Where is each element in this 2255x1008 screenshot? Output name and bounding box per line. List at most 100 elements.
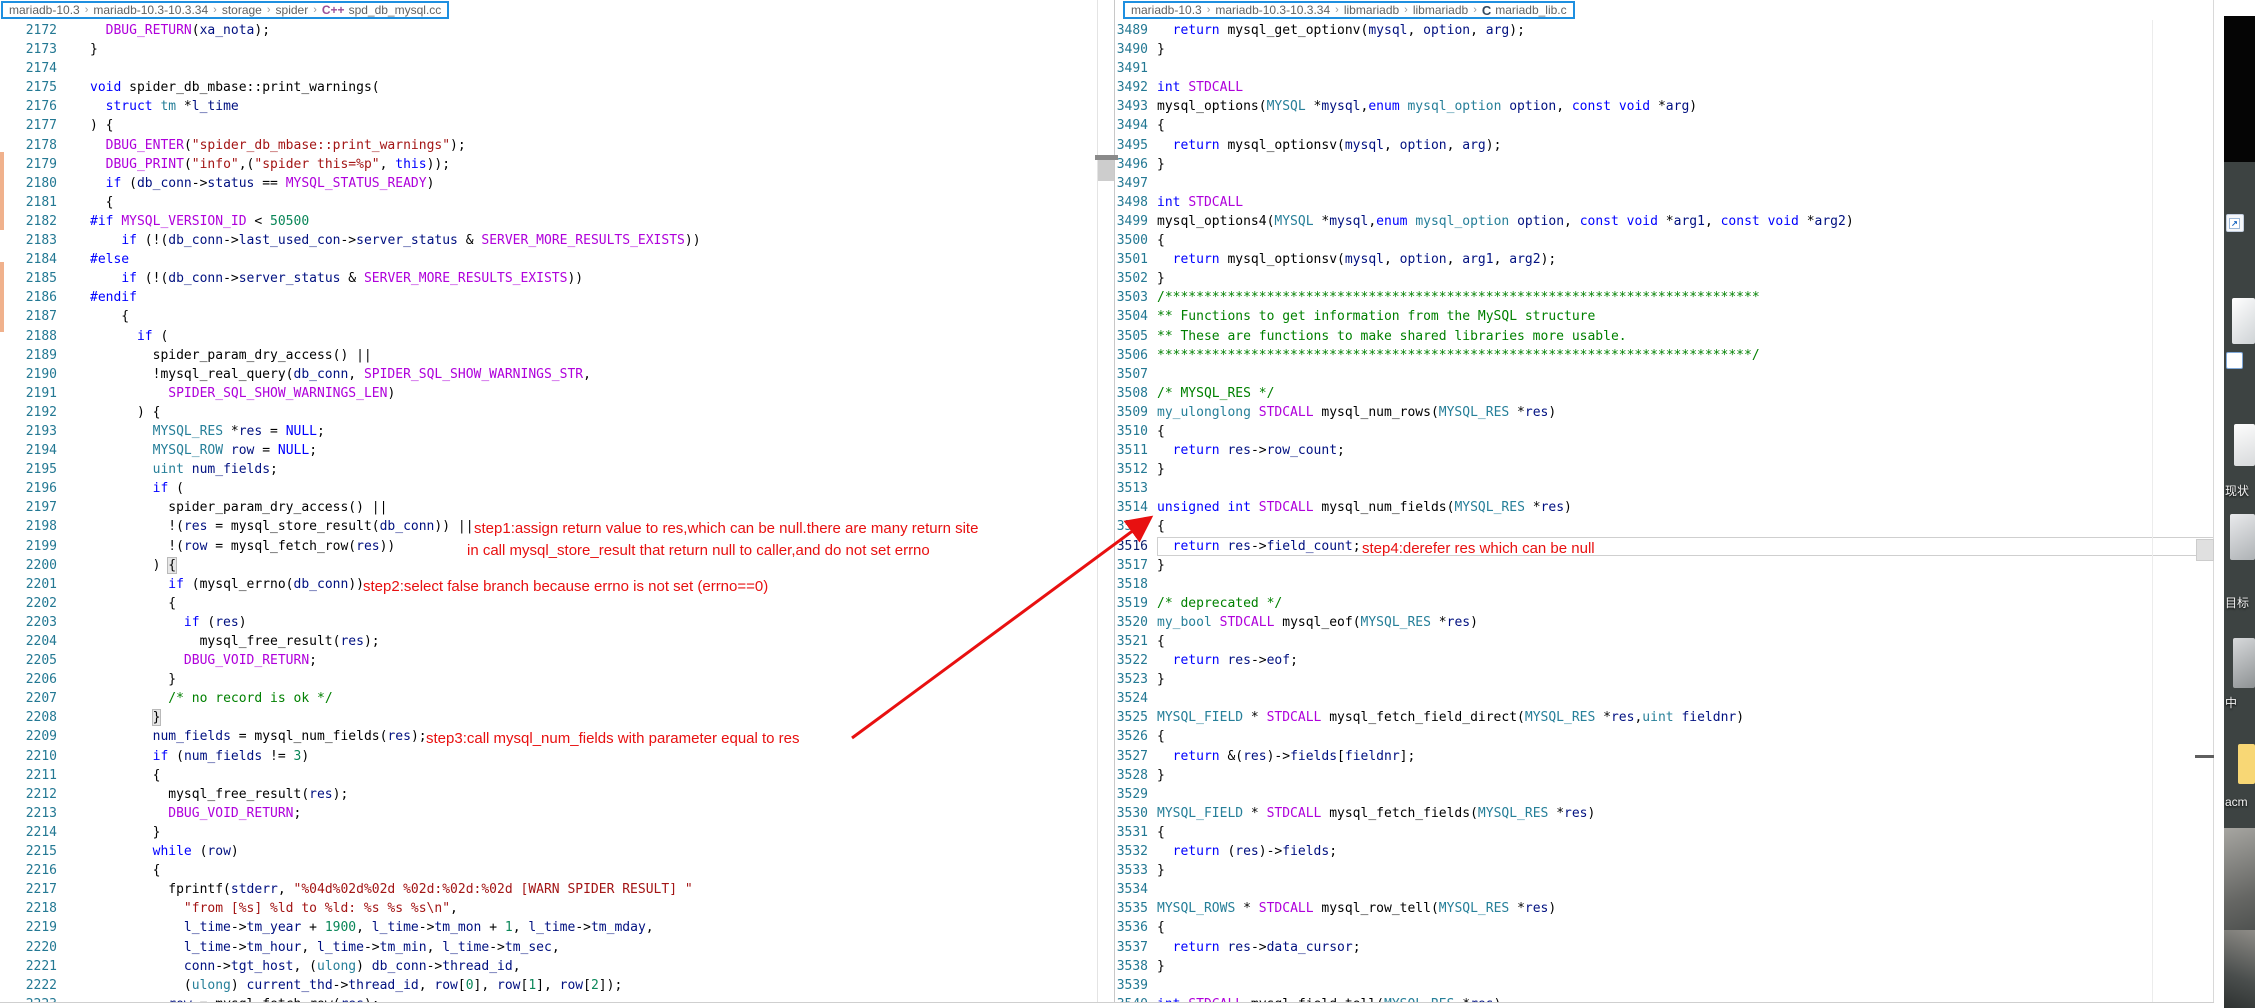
code-line[interactable]: 2176 struct tm *l_time (0, 97, 1096, 116)
code-line[interactable]: 3510{ (1115, 422, 2214, 441)
code-line[interactable]: 3524 (1115, 689, 2214, 708)
code-line[interactable]: 2214 } (0, 823, 1096, 842)
split-sash[interactable] (1114, 0, 1115, 1008)
code-line[interactable]: 3527 return &(res)->fields[fieldnr]; (1115, 747, 2214, 766)
code-line[interactable]: 2187 { (0, 307, 1096, 326)
code-line[interactable]: 3515{ (1115, 517, 2214, 536)
code-area-left[interactable]: 2172 DBUG_RETURN(xa_nota);2173}21742175v… (0, 21, 1096, 1008)
code-line[interactable]: 3496} (1115, 155, 2214, 174)
code-line[interactable]: 2220 l_time->tm_hour, l_time->tm_min, l_… (0, 938, 1096, 957)
code-line[interactable]: 3529 (1115, 785, 2214, 804)
right-scrollbar-thumb[interactable] (2196, 539, 2214, 561)
code-line[interactable]: 3493mysql_options(MYSQL *mysql,enum mysq… (1115, 97, 2214, 116)
code-line[interactable]: 3491 (1115, 59, 2214, 78)
code-line[interactable]: 2186#endif (0, 288, 1096, 307)
code-line[interactable]: 2202 { (0, 594, 1096, 613)
breadcrumb-filename[interactable]: spd_db_mysql.cc (349, 3, 442, 17)
code-line[interactable]: 2205 DBUG_VOID_RETURN; (0, 651, 1096, 670)
code-line[interactable]: 2218 "from [%s] %ld to %ld: %s %s %s\n", (0, 899, 1096, 918)
code-line[interactable]: 3531{ (1115, 823, 2214, 842)
desktop-icon-label[interactable]: 现状 (2225, 482, 2249, 499)
code-line[interactable]: 3509my_ulonglong STDCALL mysql_num_rows(… (1115, 403, 2214, 422)
code-line[interactable]: 2191 SPIDER_SQL_SHOW_WARNINGS_LEN) (0, 384, 1096, 403)
breadcrumb-filename[interactable]: mariadb_lib.c (1495, 3, 1566, 17)
code-line[interactable]: 3511 return res->row_count; (1115, 441, 2214, 460)
code-line[interactable]: 2210 if (num_fields != 3) (0, 747, 1096, 766)
code-line[interactable]: 2189 spider_param_dry_access() || (0, 346, 1096, 365)
code-line[interactable]: 3537 return res->data_cursor; (1115, 938, 2214, 957)
breadcrumb-item[interactable]: storage (222, 3, 262, 17)
code-line[interactable]: 2193 MYSQL_RES *res = NULL; (0, 422, 1096, 441)
code-line[interactable]: 3519/* deprecated */ (1115, 594, 2214, 613)
code-line[interactable]: 2215 while (row) (0, 842, 1096, 861)
code-line[interactable]: 2213 DBUG_VOID_RETURN; (0, 804, 1096, 823)
breadcrumb-item[interactable]: spider (276, 3, 309, 17)
code-line[interactable]: 2212 mysql_free_result(res); (0, 785, 1096, 804)
code-line[interactable]: 2207 /* no record is ok */ (0, 689, 1096, 708)
desktop-folder-icon[interactable] (2238, 744, 2255, 784)
code-line[interactable]: 3517} (1115, 556, 2214, 575)
code-line[interactable]: 3495 return mysql_optionsv(mysql, option… (1115, 136, 2214, 155)
code-line[interactable]: 3539 (1115, 976, 2214, 995)
code-line[interactable]: 3501 return mysql_optionsv(mysql, option… (1115, 250, 2214, 269)
code-line[interactable]: 3535MYSQL_ROWS * STDCALL mysql_row_tell(… (1115, 899, 2214, 918)
code-line[interactable]: 3489 return mysql_get_optionv(mysql, opt… (1115, 21, 2214, 40)
code-line[interactable]: 2180 if (db_conn->status == MYSQL_STATUS… (0, 174, 1096, 193)
code-line[interactable]: 3490} (1115, 40, 2214, 59)
code-line[interactable]: 3532 return (res)->fields; (1115, 842, 2214, 861)
code-line[interactable]: 2195 uint num_fields; (0, 460, 1096, 479)
code-line[interactable]: 3507 (1115, 365, 2214, 384)
code-line[interactable]: 2184#else (0, 250, 1096, 269)
code-line[interactable]: 3516 return res->field_count; (1115, 537, 2214, 556)
breadcrumb-item[interactable]: mariadb-10.3 (9, 3, 80, 17)
code-line[interactable]: 2206 } (0, 670, 1096, 689)
code-line[interactable]: 3514unsigned int STDCALL mysql_num_field… (1115, 498, 2214, 517)
desktop-icon-label[interactable]: 中 (2225, 694, 2237, 711)
code-line[interactable]: 3513 (1115, 479, 2214, 498)
breadcrumb-item[interactable]: mariadb-10.3-10.3.34 (93, 3, 208, 17)
code-line[interactable]: 3530MYSQL_FIELD * STDCALL mysql_fetch_fi… (1115, 804, 2214, 823)
code-line[interactable]: 2190 !mysql_real_query(db_conn, SPIDER_S… (0, 365, 1096, 384)
breadcrumb-item[interactable]: libmariadb (1413, 3, 1468, 17)
code-line[interactable]: 3518 (1115, 575, 2214, 594)
desktop-icon-label[interactable]: acm (2225, 795, 2248, 809)
code-line[interactable]: 3520my_bool STDCALL mysql_eof(MYSQL_RES … (1115, 613, 2214, 632)
code-line[interactable]: 3536{ (1115, 918, 2214, 937)
code-line[interactable]: 3492int STDCALL (1115, 78, 2214, 97)
breadcrumb-item[interactable]: libmariadb (1344, 3, 1399, 17)
code-line[interactable]: 3499mysql_options4(MYSQL *mysql,enum mys… (1115, 212, 2214, 231)
code-line[interactable]: 2222 (ulong) current_thd->thread_id, row… (0, 976, 1096, 995)
code-line[interactable]: 2208 } (0, 708, 1096, 727)
desktop-small-window-icon[interactable] (2226, 352, 2243, 369)
code-line[interactable]: 2175void spider_db_mbase::print_warnings… (0, 78, 1096, 97)
code-line[interactable]: 3500{ (1115, 231, 2214, 250)
code-line[interactable]: 3533} (1115, 861, 2214, 880)
code-line[interactable]: 3528} (1115, 766, 2214, 785)
code-line[interactable]: 2211 { (0, 766, 1096, 785)
code-line[interactable]: 2178 DBUG_ENTER("spider_db_mbase::print_… (0, 136, 1096, 155)
code-line[interactable]: 2203 if (res) (0, 613, 1096, 632)
code-line[interactable]: 3502} (1115, 269, 2214, 288)
code-line[interactable]: 2174 (0, 59, 1096, 78)
code-line[interactable]: 3525MYSQL_FIELD * STDCALL mysql_fetch_fi… (1115, 708, 2214, 727)
breadcrumb-item[interactable]: mariadb-10.3-10.3.34 (1215, 3, 1330, 17)
desktop-icon-label[interactable]: 目标 (2225, 594, 2249, 611)
desktop-file-icon[interactable] (2230, 514, 2255, 560)
code-line[interactable]: 3494{ (1115, 116, 2214, 135)
desktop-file-icon[interactable] (2233, 638, 2255, 688)
code-line[interactable]: 3522 return res->eof; (1115, 651, 2214, 670)
code-line[interactable]: 3506************************************… (1115, 346, 2214, 365)
code-line[interactable]: 2173} (0, 40, 1096, 59)
code-line[interactable]: 3523} (1115, 670, 2214, 689)
code-line[interactable]: 3538} (1115, 957, 2214, 976)
code-line[interactable]: 3526{ (1115, 727, 2214, 746)
code-line[interactable]: 2217 fprintf(stderr, "%04d%02d%02d %02d:… (0, 880, 1096, 899)
breadcrumb-left[interactable]: mariadb-10.3›mariadb-10.3-10.3.34›storag… (1, 1, 449, 19)
code-line[interactable]: 2216 { (0, 861, 1096, 880)
code-line[interactable]: 2183 if (!(db_conn->last_used_con->serve… (0, 231, 1096, 250)
code-line[interactable]: 2172 DBUG_RETURN(xa_nota); (0, 21, 1096, 40)
code-line[interactable]: 3512} (1115, 460, 2214, 479)
code-line[interactable]: 2177) { (0, 116, 1096, 135)
code-line[interactable]: 3534 (1115, 880, 2214, 899)
code-line[interactable]: 2188 if ( (0, 327, 1096, 346)
